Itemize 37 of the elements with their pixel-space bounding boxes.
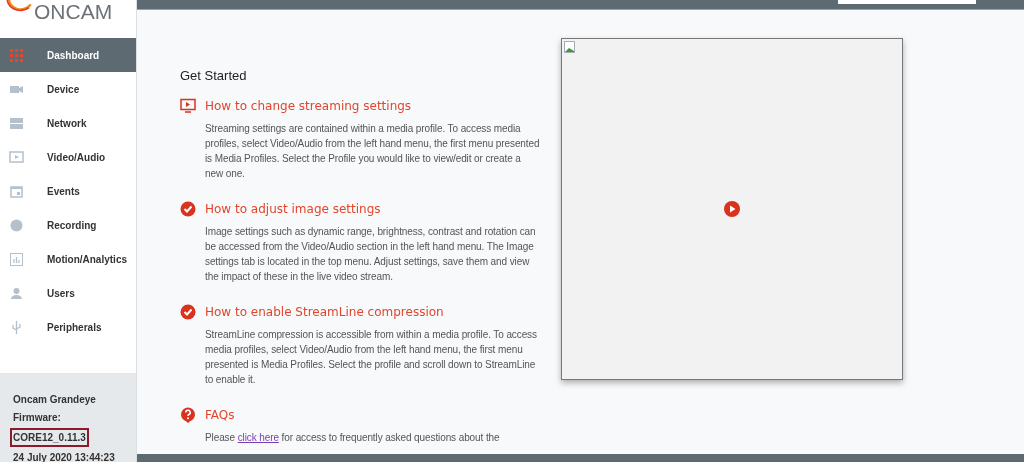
device-model: Oncam Grandeye [13,393,96,407]
check-circle-icon [180,303,196,320]
help-heading: How to change streaming settings [205,97,412,115]
question-icon [180,406,196,423]
firmware-version: CORE12_0.11.3 [10,428,89,447]
logo-text: ONCAM [34,1,113,22]
help-heading: FAQs [205,406,235,424]
firmware-label: Firmware: [13,411,61,425]
monitor-play-icon [180,97,196,114]
sidebar-item[interactable]: Recording [0,208,136,242]
help-heading: How to adjust image settings [205,200,381,218]
help-text: Streaming settings are contained within a media profile. To access media profiles, select Video/Audio from the left hand menu, the first menu presented is Media Profiles. Select the Profile you would like to view/edit or create a new one. [205,121,541,181]
bar-chart-icon [9,251,24,267]
sidebar-item[interactable]: Peripherals [0,310,136,344]
help-text: Please click here for access to frequently asked questions about the [205,430,501,445]
broken-image-icon [564,41,575,53]
help-heading: How to enable StreamLine compression [205,303,444,321]
server-icon [9,115,24,131]
sidebar-item[interactable]: Video/Audio [0,140,136,174]
monitor-play-icon [9,149,24,165]
help-text: StreamLine compression is accessible from within a media profile. To access media profiles, select Video/Audio from the left hand menu, the first menu presented is Media Profiles. Select the profile and scroll down to StreamLine to enable it. [205,327,538,387]
play-icon[interactable] [724,201,740,217]
sidebar-item[interactable]: Motion/Analytics [0,242,136,276]
user-icon [9,285,24,301]
check-circle-icon [180,200,196,217]
calendar-icon [9,183,24,199]
sidebar-item[interactable]: Network [0,106,136,140]
grid-icon [9,47,24,63]
sidebar-item[interactable]: Dashboard [0,38,136,72]
circle-icon [9,217,24,233]
section-title: Get Started [180,67,248,85]
faq-link[interactable]: click here [237,431,279,443]
sidebar-item[interactable]: Device [0,72,136,106]
usb-icon [9,319,24,335]
help-text: Image settings such as dynamic range, brightness, contrast and rotation can be accessed from the Video/Audio section in the left hand menu. The Image settings tab is located in the top menu. Adjust settings, save them and view the impact of these in the live video stream. [205,224,537,284]
sidebar-item[interactable]: Events [0,174,136,208]
sidebar-item[interactable]: Users [0,276,136,310]
